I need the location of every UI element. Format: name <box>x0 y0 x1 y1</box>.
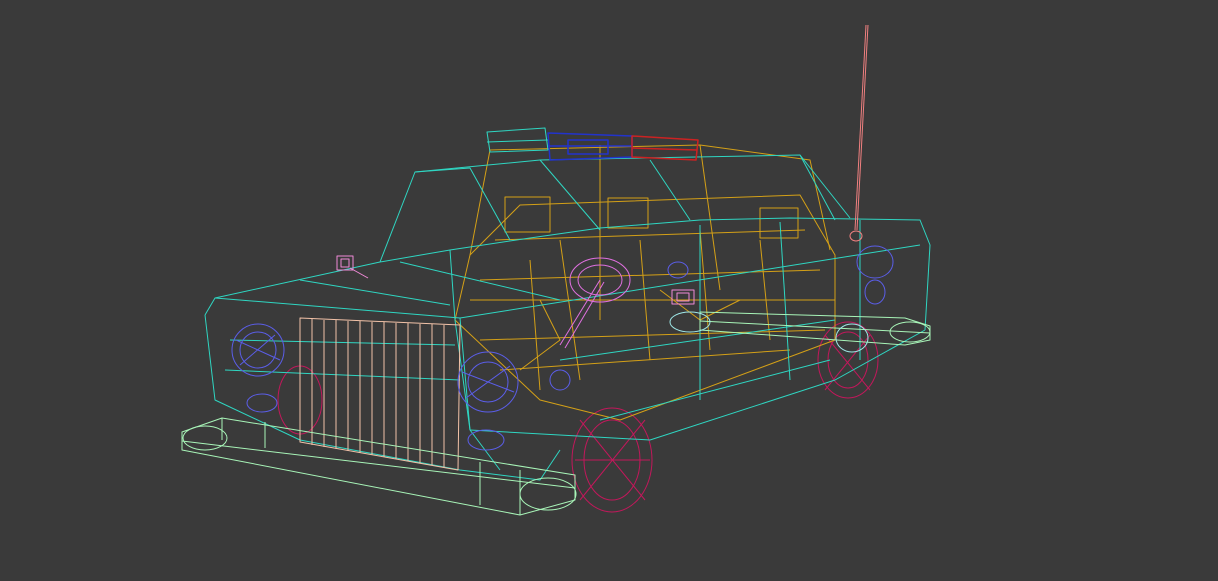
fog-light-right <box>467 429 505 451</box>
fog-light-left <box>246 393 278 413</box>
side-mirror <box>336 255 695 305</box>
interior-frame <box>454 144 836 421</box>
rear-bumper <box>699 311 931 346</box>
front-grille <box>299 317 461 471</box>
steering-wheel <box>559 257 631 349</box>
headlights <box>231 245 894 451</box>
headlight-right <box>457 351 519 413</box>
rear-light-3 <box>667 261 689 279</box>
rear-light-2 <box>864 279 886 305</box>
headlight-left <box>231 323 285 377</box>
rear-light-1 <box>856 245 894 279</box>
front-right-wheel <box>571 407 653 513</box>
3d-viewport[interactable] <box>0 0 1218 581</box>
rear-right-wheel <box>817 321 879 399</box>
indicator <box>549 369 571 391</box>
wireframe-canvas[interactable] <box>0 0 1218 581</box>
light-bar-blue <box>547 132 633 161</box>
light-bar <box>486 127 699 161</box>
antenna <box>849 24 869 242</box>
light-bar-red <box>631 135 699 161</box>
